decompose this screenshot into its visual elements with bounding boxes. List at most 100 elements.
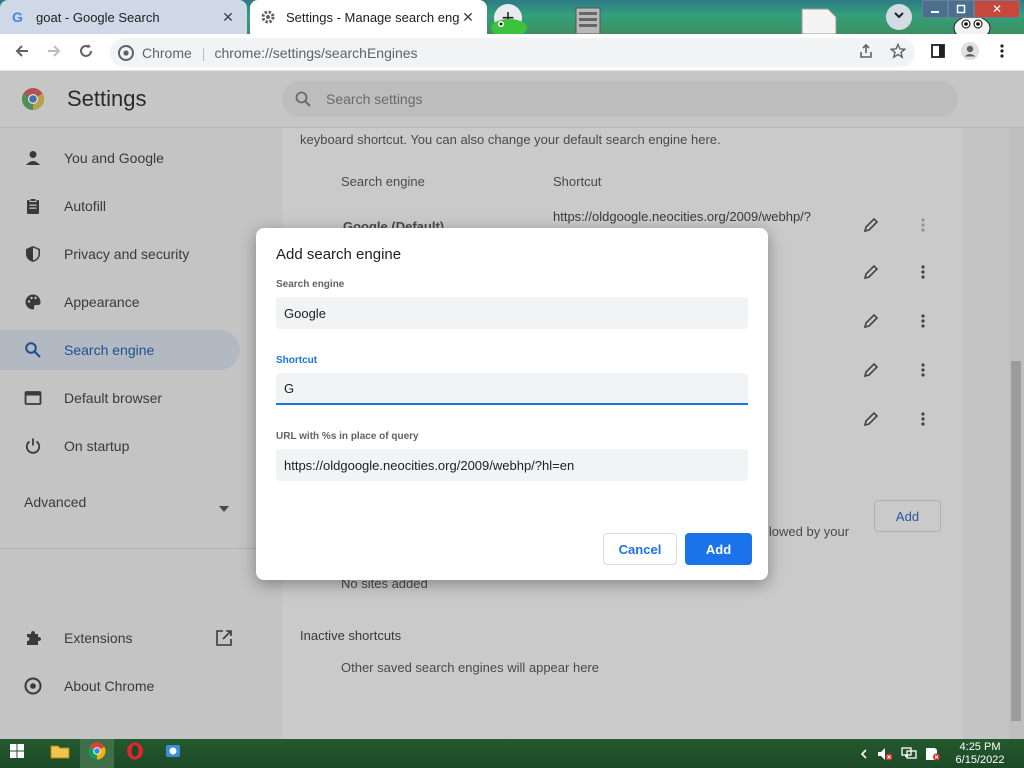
pencil-icon	[863, 217, 879, 238]
minimize-button[interactable]	[922, 0, 948, 18]
chrome-logo-icon	[21, 87, 45, 111]
advanced-section-toggle[interactable]: Advanced	[24, 494, 86, 510]
side-panel-button[interactable]	[925, 40, 951, 66]
start-button[interactable]	[0, 739, 34, 768]
more-actions-button[interactable]	[912, 361, 934, 383]
network-icon[interactable]	[901, 746, 917, 762]
page-scrollbar-thumb[interactable]	[1011, 361, 1021, 721]
sidebar-item-label: Privacy and security	[64, 246, 190, 262]
site-name: Chrome	[142, 44, 192, 61]
more-vert-icon	[921, 362, 925, 382]
sidebar-item-label: About Chrome	[64, 678, 155, 694]
shield-icon	[22, 243, 44, 265]
url-field[interactable]: https://oldgoogle.neocities.org/2009/web…	[276, 449, 748, 481]
sidebar-item-search-engine[interactable]: Search engine	[0, 330, 240, 370]
arrow-right-icon	[46, 43, 62, 64]
sidebar-item-autofill[interactable]: Autofill	[0, 186, 240, 226]
palette-icon	[22, 291, 44, 313]
gear-icon	[260, 9, 276, 25]
sidebar-item-default-browser[interactable]: Default browser	[0, 378, 240, 418]
taskbar-clock[interactable]: 4:25 PM 6/15/2022	[948, 741, 1012, 767]
google-icon: G	[10, 9, 26, 25]
close-icon[interactable]: ✕	[219, 8, 237, 26]
search-engine-intro: keyboard shortcut. You can also change y…	[300, 132, 721, 147]
sidebar-item-appearance[interactable]: Appearance	[0, 282, 240, 322]
action-center-icon[interactable]	[925, 746, 941, 762]
more-vert-icon	[921, 217, 925, 237]
person-icon	[22, 147, 44, 169]
share-button[interactable]	[853, 40, 879, 66]
address-bar[interactable]: Chrome | chrome:// settings/searchEngine…	[110, 38, 915, 67]
open-in-new-icon[interactable]	[215, 629, 233, 652]
search-engine-field[interactable]: Google	[276, 297, 748, 329]
maximize-button[interactable]	[948, 0, 974, 18]
sidebar-item-label: Default browser	[64, 390, 163, 406]
browser-menu-button[interactable]	[989, 40, 1015, 66]
taskbar-app[interactable]	[156, 739, 190, 768]
document-icon	[800, 7, 838, 35]
taskbar-opera[interactable]	[118, 739, 152, 768]
edit-engine-button[interactable]	[860, 312, 882, 334]
power-icon	[22, 435, 44, 457]
clipboard-icon	[22, 195, 44, 217]
tab-google-search[interactable]: G goat - Google Search ✕	[0, 0, 247, 34]
close-icon[interactable]: ✕	[459, 8, 477, 26]
sidebar-item-label: Autofill	[64, 198, 107, 214]
taskbar-chrome[interactable]	[80, 739, 114, 768]
edit-engine-button[interactable]	[860, 410, 882, 432]
sidebar-item-label: On startup	[64, 438, 130, 454]
edit-engine-button[interactable]	[860, 263, 882, 285]
sidebar-item-on-startup[interactable]: On startup	[0, 426, 240, 466]
reload-button[interactable]	[73, 40, 99, 66]
pencil-icon	[863, 362, 879, 383]
close-icon: ✕	[991, 2, 1003, 16]
sidebar-item-you-and-google[interactable]: You and Google	[0, 138, 240, 178]
sidebar-item-extensions[interactable]: Extensions	[0, 618, 240, 658]
url-field-label: URL with %s in place of query	[276, 431, 419, 442]
close-window-button[interactable]: ✕	[974, 0, 1020, 18]
caret-down-icon	[219, 499, 229, 517]
settings-search-input[interactable]: Search settings	[282, 81, 958, 117]
default-engine-shortcut: https://oldgoogle.neocities.org/2009/web…	[553, 209, 812, 224]
bookmark-button[interactable]	[885, 40, 911, 66]
add-button[interactable]: Add	[685, 533, 752, 565]
tray-expand-icon[interactable]	[856, 746, 872, 762]
add-site-search-button[interactable]: Add	[874, 500, 941, 532]
back-button[interactable]	[9, 40, 35, 66]
taskbar-file-explorer[interactable]	[43, 739, 77, 768]
search-placeholder: Search settings	[326, 91, 423, 107]
tab-settings[interactable]: Settings - Manage search engine ✕	[250, 0, 487, 34]
tab-search-button[interactable]	[886, 4, 912, 30]
shortcut-field-value: G	[284, 380, 295, 396]
column-header-engine: Search engine	[341, 174, 425, 189]
svg-text:G: G	[12, 9, 23, 25]
sidebar-item-about-chrome[interactable]: About Chrome	[0, 666, 240, 706]
edit-engine-button[interactable]	[860, 216, 882, 238]
more-actions-button[interactable]	[912, 216, 934, 238]
puzzle-icon	[22, 627, 44, 649]
forward-button[interactable]	[41, 40, 67, 66]
edit-engine-button[interactable]	[860, 361, 882, 383]
sidebar-divider	[0, 548, 280, 549]
more-actions-button[interactable]	[912, 263, 934, 285]
search-engine-field-label: Search engine	[276, 279, 345, 290]
profile-button[interactable]	[957, 40, 983, 66]
more-vert-icon	[921, 313, 925, 333]
search-engine-field-value: Google	[284, 305, 326, 321]
sidebar-item-label: Extensions	[64, 630, 133, 646]
sidebar-item-label: Search engine	[64, 342, 155, 358]
folder-icon	[50, 743, 70, 764]
clock-date: 6/15/2022	[955, 754, 1005, 766]
sidebar-item-label: Appearance	[64, 294, 140, 310]
chrome-site-icon	[118, 44, 134, 61]
url-scheme: chrome://	[214, 44, 273, 61]
cancel-button[interactable]: Cancel	[603, 533, 677, 565]
shortcut-field[interactable]: G	[276, 373, 748, 405]
more-actions-button[interactable]	[912, 410, 934, 432]
volume-muted-icon[interactable]	[877, 746, 893, 762]
more-actions-button[interactable]	[912, 312, 934, 334]
settings-sidebar: You and Google Autofill Privacy and secu…	[0, 128, 280, 739]
browser-toolbar: Chrome | chrome:// settings/searchEngine…	[0, 34, 1024, 71]
sidebar-item-label: You and Google	[64, 150, 164, 166]
sidebar-item-privacy[interactable]: Privacy and security	[0, 234, 240, 274]
